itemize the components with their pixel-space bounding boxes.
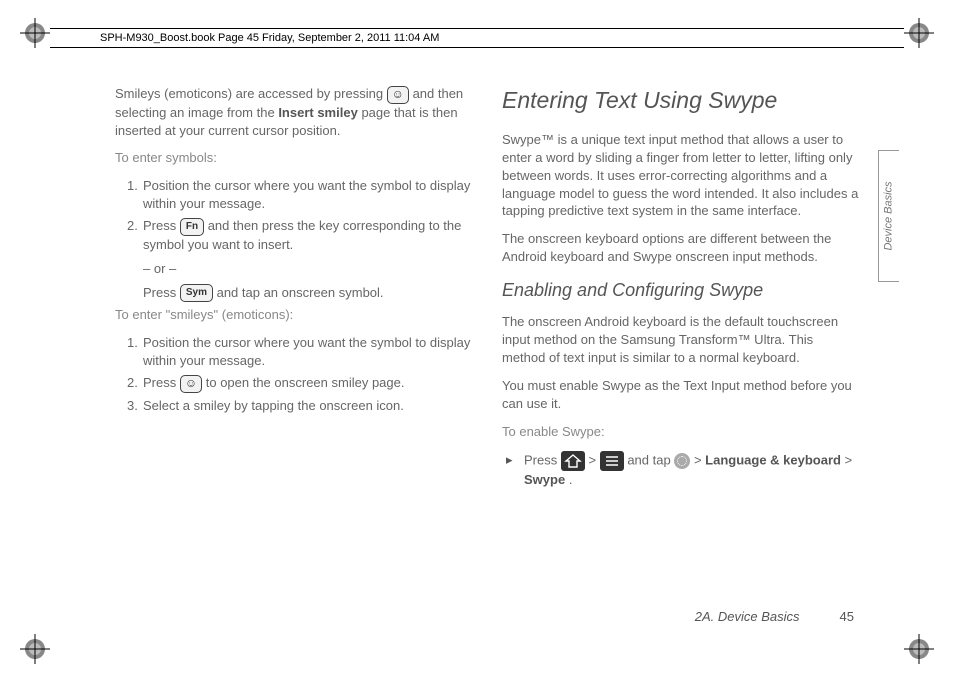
to-enable-swype-heading: To enable Swype: xyxy=(502,423,859,441)
list-item: 1. Position the cursor where you want th… xyxy=(127,177,472,213)
smileys-intro-paragraph: Smileys (emoticons) are accessed by pres… xyxy=(115,85,472,139)
smiley-key-icon xyxy=(180,375,202,393)
crop-mark-bottom-left-icon xyxy=(20,634,50,664)
crop-mark-top-left-icon xyxy=(20,18,50,48)
footer-section-label: 2A. Device Basics xyxy=(695,609,800,624)
section-side-tab: Device Basics xyxy=(878,150,899,282)
triangle-bullet-icon: ▸ xyxy=(506,451,524,489)
left-column: Smileys (emoticons) are accessed by pres… xyxy=(115,85,472,612)
page-footer: 2A. Device Basics 45 xyxy=(695,609,854,624)
footer-page-number: 45 xyxy=(840,609,854,624)
swype-description-paragraph: Swype™ is a unique text input method tha… xyxy=(502,131,859,221)
section-side-tab-label: Device Basics xyxy=(883,181,895,250)
to-enter-symbols-heading: To enter symbols: xyxy=(115,149,472,167)
page-content: Smileys (emoticons) are accessed by pres… xyxy=(115,85,859,612)
smiley-key-icon xyxy=(387,86,409,104)
page-header-bar: SPH-M930_Boost.book Page 45 Friday, Sept… xyxy=(50,28,904,48)
crop-mark-bottom-right-icon xyxy=(904,634,934,664)
list-item: 1. Position the cursor where you want th… xyxy=(127,334,472,370)
fn-key-icon: Fn xyxy=(180,218,204,236)
crop-mark-top-right-icon xyxy=(904,18,934,48)
menu-button-icon xyxy=(600,451,624,471)
entering-text-using-swype-heading: Entering Text Using Swype xyxy=(502,85,859,117)
android-keyboard-default-paragraph: The onscreen Android keyboard is the def… xyxy=(502,313,859,367)
enable-swype-note-paragraph: You must enable Swype as the Text Input … xyxy=(502,377,859,413)
list-item: 2. Press to open the onscreen smiley pag… xyxy=(127,374,472,393)
page-header-text: SPH-M930_Boost.book Page 45 Friday, Sept… xyxy=(100,32,439,44)
sym-key-icon: Sym xyxy=(180,284,213,302)
enabling-configuring-swype-heading: Enabling and Configuring Swype xyxy=(502,278,859,303)
home-button-icon xyxy=(561,451,585,471)
list-item: 2. Press Fn and then press the key corre… xyxy=(127,217,472,302)
settings-icon xyxy=(674,453,690,469)
swype-keyboard-options-paragraph: The onscreen keyboard options are differ… xyxy=(502,230,859,266)
right-column: Entering Text Using Swype Swype™ is a un… xyxy=(502,85,859,612)
list-item: 3. Select a smiley by tapping the onscre… xyxy=(127,397,472,415)
to-enter-smileys-heading: To enter "smileys" (emoticons): xyxy=(115,306,472,324)
enable-swype-step: ▸ Press > and tap > Language & keyboard … xyxy=(506,451,859,489)
